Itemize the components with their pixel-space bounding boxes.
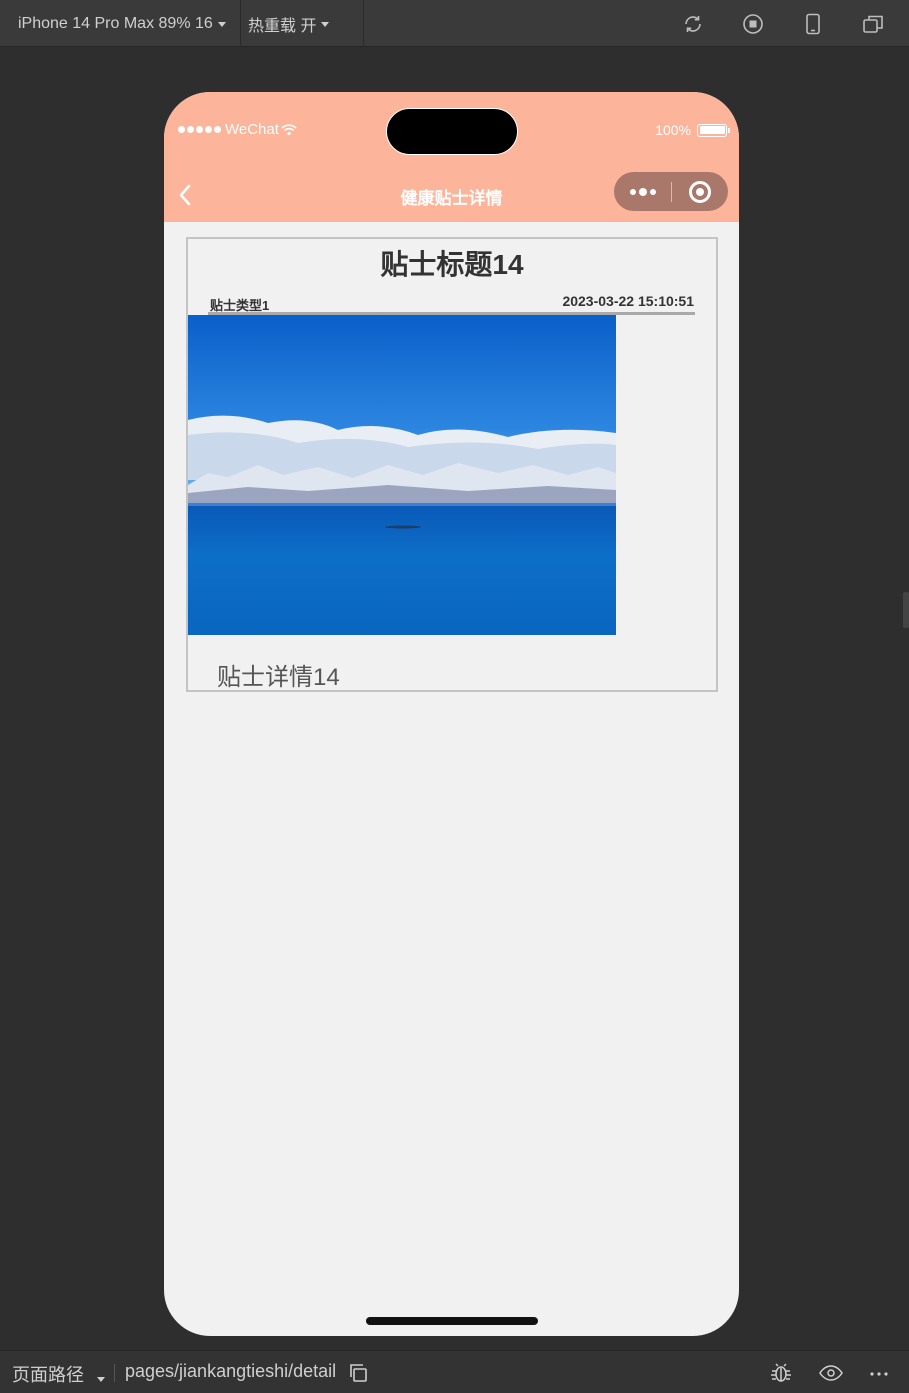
- dynamic-island: [386, 108, 518, 155]
- hot-reload-label: 热重载 开: [248, 17, 317, 35]
- chevron-down-icon: [321, 22, 330, 27]
- page-path-label: 页面路径: [12, 1365, 84, 1385]
- home-indicator: [366, 1317, 538, 1325]
- wifi-icon: [281, 124, 297, 136]
- refresh-icon[interactable]: [681, 12, 705, 36]
- devtools-toolbar: iPhone 14 Pro Max 89% 16 热重载 开: [0, 0, 909, 47]
- close-miniprogram-button[interactable]: [672, 172, 728, 211]
- devtools-statusbar: 页面路径 pages/jiankangtieshi/detail: [0, 1350, 909, 1393]
- target-icon: [689, 180, 711, 203]
- eye-icon[interactable]: [819, 1361, 843, 1385]
- chevron-down-icon: [97, 1377, 106, 1382]
- page-path-selector[interactable]: 页面路径: [12, 1361, 106, 1387]
- status-bar-carrier: WeChat: [178, 121, 297, 138]
- tip-detail: 贴士详情14: [217, 664, 340, 691]
- status-bar-battery: 100%: [655, 122, 730, 138]
- capsule-menu: [614, 172, 728, 211]
- navigation-bar: WeChat 100% 健康贴士详情: [164, 92, 739, 222]
- device-label: iPhone 14 Pro Max 89% 16: [18, 14, 213, 32]
- phone-icon[interactable]: [801, 12, 825, 36]
- lake-mountains-image: [188, 315, 616, 635]
- window-icon[interactable]: [861, 12, 885, 36]
- phone-simulator: WeChat 100% 健康贴士详情 贴士标题14 贴士类型1 2023-03-…: [164, 92, 739, 1336]
- tip-card: 贴士标题14 贴士类型1 2023-03-22 15:10:51 贴士详情14: [186, 237, 718, 692]
- page-path: pages/jiankangtieshi/detail: [125, 1361, 337, 1381]
- tip-time: 2023-03-22 15:10:51: [562, 293, 694, 309]
- more-icon[interactable]: [867, 1361, 891, 1385]
- bug-icon[interactable]: [769, 1361, 793, 1385]
- carrier-label: WeChat: [225, 121, 279, 138]
- device-selector[interactable]: iPhone 14 Pro Max 89% 16: [4, 0, 241, 47]
- chevron-down-icon: [217, 22, 226, 27]
- tip-title: 贴士标题14: [380, 249, 524, 280]
- scrollbar-handle[interactable]: [903, 592, 909, 628]
- copy-icon[interactable]: [347, 1361, 371, 1385]
- battery-label: 100%: [655, 122, 691, 138]
- battery-icon: [697, 123, 730, 137]
- hot-reload-toggle[interactable]: 热重载 开: [234, 0, 364, 47]
- signal-icon: [178, 126, 221, 133]
- more-menu-button[interactable]: [614, 172, 671, 211]
- stop-icon[interactable]: [741, 12, 765, 36]
- separator: [114, 1364, 115, 1382]
